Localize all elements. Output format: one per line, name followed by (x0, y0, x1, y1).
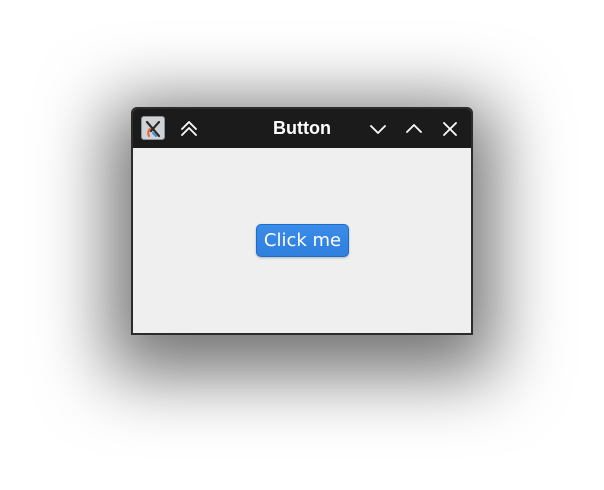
chevron-down-icon (370, 125, 386, 134)
double-chevron-up-icon (181, 121, 197, 136)
title-bar[interactable]: Button (133, 109, 471, 148)
shade-button[interactable] (176, 116, 202, 142)
app-icon[interactable] (141, 116, 165, 140)
close-button[interactable] (437, 116, 463, 142)
maximize-button[interactable] (401, 116, 427, 142)
minimize-button[interactable] (365, 116, 391, 142)
close-icon (443, 122, 457, 136)
window-content: Click me (133, 148, 471, 333)
app-icon-graphic (145, 120, 161, 138)
app-window: Button Click me (131, 107, 473, 335)
chevron-up-icon (406, 124, 422, 133)
click-me-button[interactable]: Click me (256, 224, 349, 257)
